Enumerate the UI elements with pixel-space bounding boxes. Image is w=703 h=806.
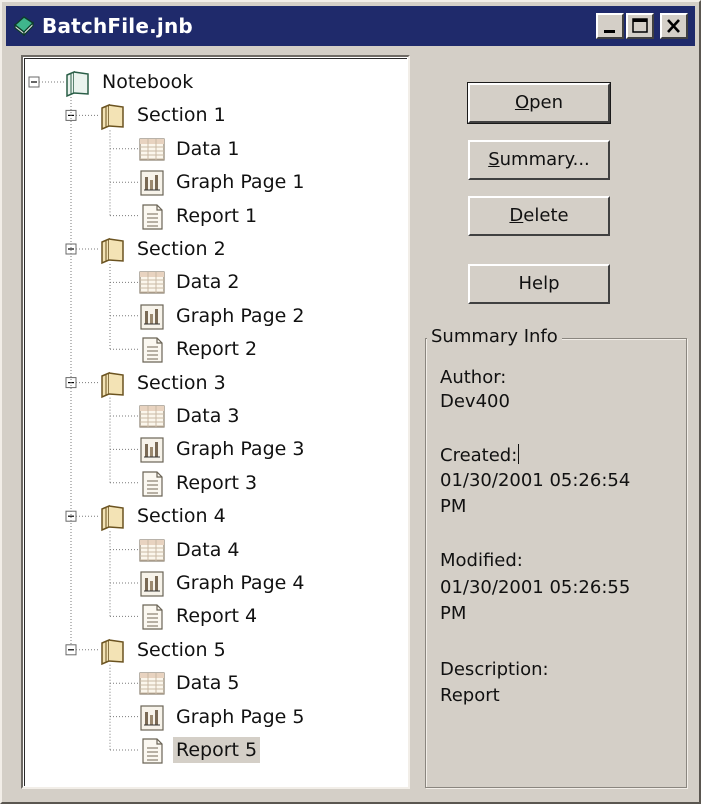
worksheet-icon bbox=[139, 271, 165, 294]
open-label: pen bbox=[529, 92, 564, 113]
created-label-row: Created: bbox=[440, 444, 520, 468]
section-book-icon bbox=[101, 104, 124, 131]
tree-node-label: Data 3 bbox=[176, 405, 240, 427]
report-icon bbox=[142, 738, 163, 764]
tree-node-label: Graph Page 2 bbox=[176, 304, 305, 327]
collapse-toggle-section-2[interactable] bbox=[65, 243, 77, 255]
summary-label: ummary... bbox=[499, 149, 590, 170]
section-book-icon bbox=[101, 371, 124, 398]
open-button[interactable]: Open bbox=[467, 82, 611, 124]
notebook-app-icon bbox=[13, 16, 35, 37]
tree-node-label: Notebook bbox=[102, 71, 194, 93]
graph-page-icon bbox=[140, 437, 164, 463]
maximize-icon bbox=[632, 18, 648, 33]
close-button[interactable] bbox=[660, 13, 688, 39]
delete-button[interactable]: Delete bbox=[468, 196, 610, 236]
worksheet-icon bbox=[139, 672, 165, 695]
window-title: BatchFile.jnb bbox=[42, 14, 193, 38]
modified-value-line1: 01/30/2001 05:26:55 bbox=[440, 577, 631, 598]
title-bar[interactable]: BatchFile.jnb bbox=[6, 6, 695, 46]
section-book-icon bbox=[101, 638, 124, 665]
worksheet-icon bbox=[139, 405, 165, 428]
tree-node-label: Graph Page 4 bbox=[176, 572, 305, 594]
worksheet-icon bbox=[139, 538, 165, 562]
tree-node-label: Section 5 bbox=[137, 638, 226, 661]
close-icon bbox=[667, 19, 680, 33]
tree-viewport: Notebook Section 1 Data 1 Graph Page 1 Repor… bbox=[24, 58, 407, 786]
maximize-button[interactable] bbox=[626, 13, 654, 39]
help-button[interactable]: Help bbox=[468, 264, 610, 304]
tree-node-label: Graph Page 5 bbox=[176, 705, 305, 728]
text-cursor bbox=[518, 444, 520, 464]
tree-node-label: Data 2 bbox=[176, 271, 240, 294]
graph-page-icon bbox=[140, 571, 164, 597]
collapse-toggle-section-5[interactable] bbox=[65, 644, 77, 656]
modified-value-line2: PM bbox=[440, 603, 467, 624]
section-book-icon bbox=[101, 505, 124, 532]
graph-page-icon bbox=[140, 170, 164, 196]
tree-node-label: Graph Page 1 bbox=[176, 171, 305, 194]
summary-button[interactable]: Summary... bbox=[468, 140, 610, 180]
tree-node-label: Data 5 bbox=[176, 672, 240, 695]
tree-node-label: Section 4 bbox=[137, 505, 226, 528]
created-value-line2: PM bbox=[440, 496, 467, 517]
tree-node-label: Data 1 bbox=[176, 137, 240, 160]
open-mnemonic: O bbox=[514, 92, 530, 113]
created-label: Created: bbox=[440, 445, 518, 466]
minimize-icon bbox=[604, 30, 615, 33]
collapse-toggle-notebook[interactable] bbox=[28, 76, 40, 88]
delete-label: elete bbox=[523, 205, 569, 226]
author-value: Dev400 bbox=[440, 391, 510, 412]
section-book-icon bbox=[101, 237, 124, 265]
modified-label: Modified: bbox=[440, 550, 523, 571]
worksheet-icon bbox=[139, 138, 165, 161]
summary-info-legend: Summary Info bbox=[427, 324, 562, 350]
description-value: Report bbox=[440, 685, 500, 706]
report-icon bbox=[142, 337, 163, 363]
tree-node-label: Section 3 bbox=[137, 371, 226, 394]
graph-page-icon bbox=[140, 304, 164, 330]
tree-node-label: Report 3 bbox=[176, 471, 258, 494]
notebook-window: BatchFile.jnb Notebook Section 1 Data 1 Gra… bbox=[0, 0, 701, 804]
tree-node-label: Section 1 bbox=[137, 104, 226, 127]
report-icon bbox=[142, 604, 163, 630]
tree-node-label: Report 1 bbox=[176, 204, 258, 227]
minimize-button[interactable] bbox=[596, 13, 624, 39]
report-icon bbox=[142, 203, 163, 230]
notebook-icon bbox=[66, 70, 89, 98]
tree-node-label: Report 2 bbox=[176, 338, 258, 361]
created-value-line1: 01/30/2001 05:26:54 bbox=[440, 470, 631, 491]
summary-mnemonic: S bbox=[488, 149, 500, 170]
tree-node-label: Report 5 bbox=[173, 737, 261, 763]
tree-node-label: Section 2 bbox=[137, 238, 226, 260]
delete-mnemonic: D bbox=[509, 205, 524, 226]
tree-node-label: Data 4 bbox=[176, 538, 240, 561]
collapse-toggle-section-4[interactable] bbox=[65, 510, 77, 522]
report-icon bbox=[142, 471, 163, 497]
graph-page-icon bbox=[140, 704, 164, 731]
description-label: Description: bbox=[440, 659, 549, 680]
notebook-tree[interactable]: Notebook Section 1 Data 1 Graph Page 1 Repor… bbox=[21, 55, 410, 789]
tree-node-label: Report 4 bbox=[176, 605, 258, 628]
author-label: Author: bbox=[440, 367, 507, 388]
tree-node-label: Graph Page 3 bbox=[176, 438, 305, 461]
